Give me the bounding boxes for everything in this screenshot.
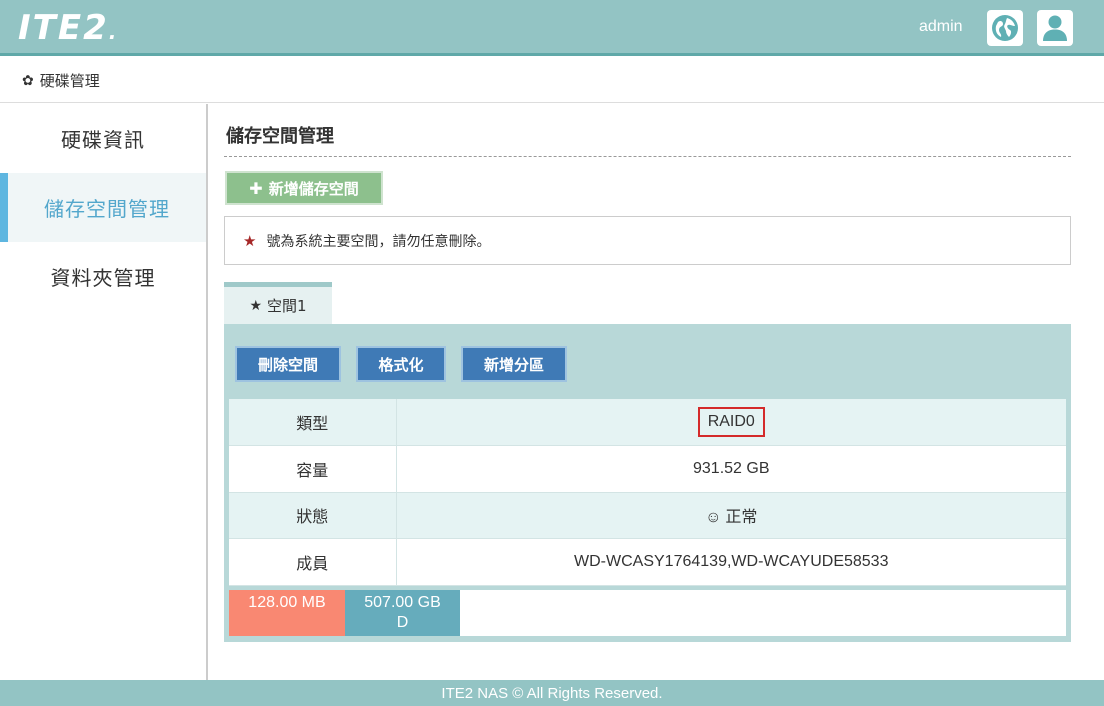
partition-size: 128.00 MB — [248, 594, 326, 611]
members-value: WD-WCASY1764139,WD-WCAYUDE58533 — [396, 538, 1066, 586]
partition-name: D — [396, 614, 409, 631]
language-button[interactable] — [987, 10, 1023, 46]
table-row: 狀態 ☺ 正常 — [229, 492, 1066, 539]
row-label: 狀態 — [229, 492, 397, 539]
user-icon — [1043, 15, 1067, 41]
table-row: 容量 931.52 GB — [229, 445, 1066, 493]
sidebar: 硬碟資訊 儲存空間管理 資料夾管理 — [0, 104, 208, 680]
notice-text: 號為系統主要空間，請勿任意刪除。 — [266, 233, 491, 250]
capacity-value: 931.52 GB — [396, 445, 1066, 493]
user-button[interactable] — [1037, 10, 1073, 46]
raid-type-value: RAID0 — [697, 407, 765, 437]
add-partition-button[interactable]: 新增分區 — [461, 346, 567, 382]
breadcrumb-label: 硬碟管理 — [39, 72, 100, 90]
status-text: 正常 — [725, 509, 758, 527]
sidebar-item-folder-management[interactable]: 資料夾管理 — [0, 242, 206, 311]
globe-icon — [992, 15, 1018, 41]
row-value: RAID0 — [396, 399, 1066, 446]
star-icon: ★ — [249, 297, 262, 314]
tab-space-1[interactable]: ★ 空間1 — [224, 282, 332, 324]
sidebar-item-label: 硬碟資訊 — [61, 128, 145, 152]
footer: ITE2 NAS © All Rights Reserved. — [0, 680, 1104, 706]
partition-usage-bar: 128.00 MB 507.00 GB D — [229, 590, 1066, 636]
delete-space-button[interactable]: 刪除空間 — [235, 346, 341, 382]
table-row: 成員 WD-WCASY1764139,WD-WCAYUDE58533 — [229, 538, 1066, 586]
add-storage-button[interactable]: ✚ 新增儲存空間 — [225, 171, 383, 205]
plus-icon: ✚ — [249, 178, 263, 198]
logo: ITE2. — [18, 8, 119, 48]
tab-label: 空間1 — [267, 297, 307, 315]
sidebar-item-label: 儲存空間管理 — [44, 197, 170, 221]
row-label: 類型 — [229, 399, 397, 446]
space-panel: 刪除空間 格式化 新增分區 類型 RAID0 容量 931.52 GB 狀態 ☺… — [224, 324, 1071, 642]
space-info-table: 類型 RAID0 容量 931.52 GB 狀態 ☺ 正常 成員 WD-WCASY… — [229, 399, 1066, 586]
star-icon: ★ — [243, 231, 257, 250]
breadcrumb: ✿ 硬碟管理 — [0, 59, 1104, 103]
partition-size: 507.00 GB — [364, 594, 441, 611]
sidebar-item-disk-info[interactable]: 硬碟資訊 — [0, 104, 206, 173]
sidebar-item-storage-management[interactable]: 儲存空間管理 — [0, 173, 206, 242]
username-label: admin — [919, 18, 963, 35]
row-label: 容量 — [229, 445, 397, 493]
top-bar: ITE2. admin — [0, 0, 1104, 56]
format-button[interactable]: 格式化 — [356, 346, 446, 382]
smile-icon: ☺ — [705, 509, 722, 527]
title-divider — [224, 156, 1071, 157]
page-title: 儲存空間管理 — [226, 126, 334, 147]
notice-box: ★ 號為系統主要空間，請勿任意刪除。 — [224, 216, 1071, 265]
status-value: ☺ 正常 — [396, 492, 1066, 539]
partition-segment[interactable]: 128.00 MB — [229, 590, 345, 636]
table-row: 類型 RAID0 — [229, 399, 1066, 446]
sidebar-item-label: 資料夾管理 — [50, 266, 156, 290]
partition-segment[interactable]: 507.00 GB D — [345, 590, 460, 636]
gear-icon: ✿ — [22, 72, 34, 89]
row-label: 成員 — [229, 538, 397, 586]
add-storage-label: 新增儲存空間 — [268, 179, 359, 198]
